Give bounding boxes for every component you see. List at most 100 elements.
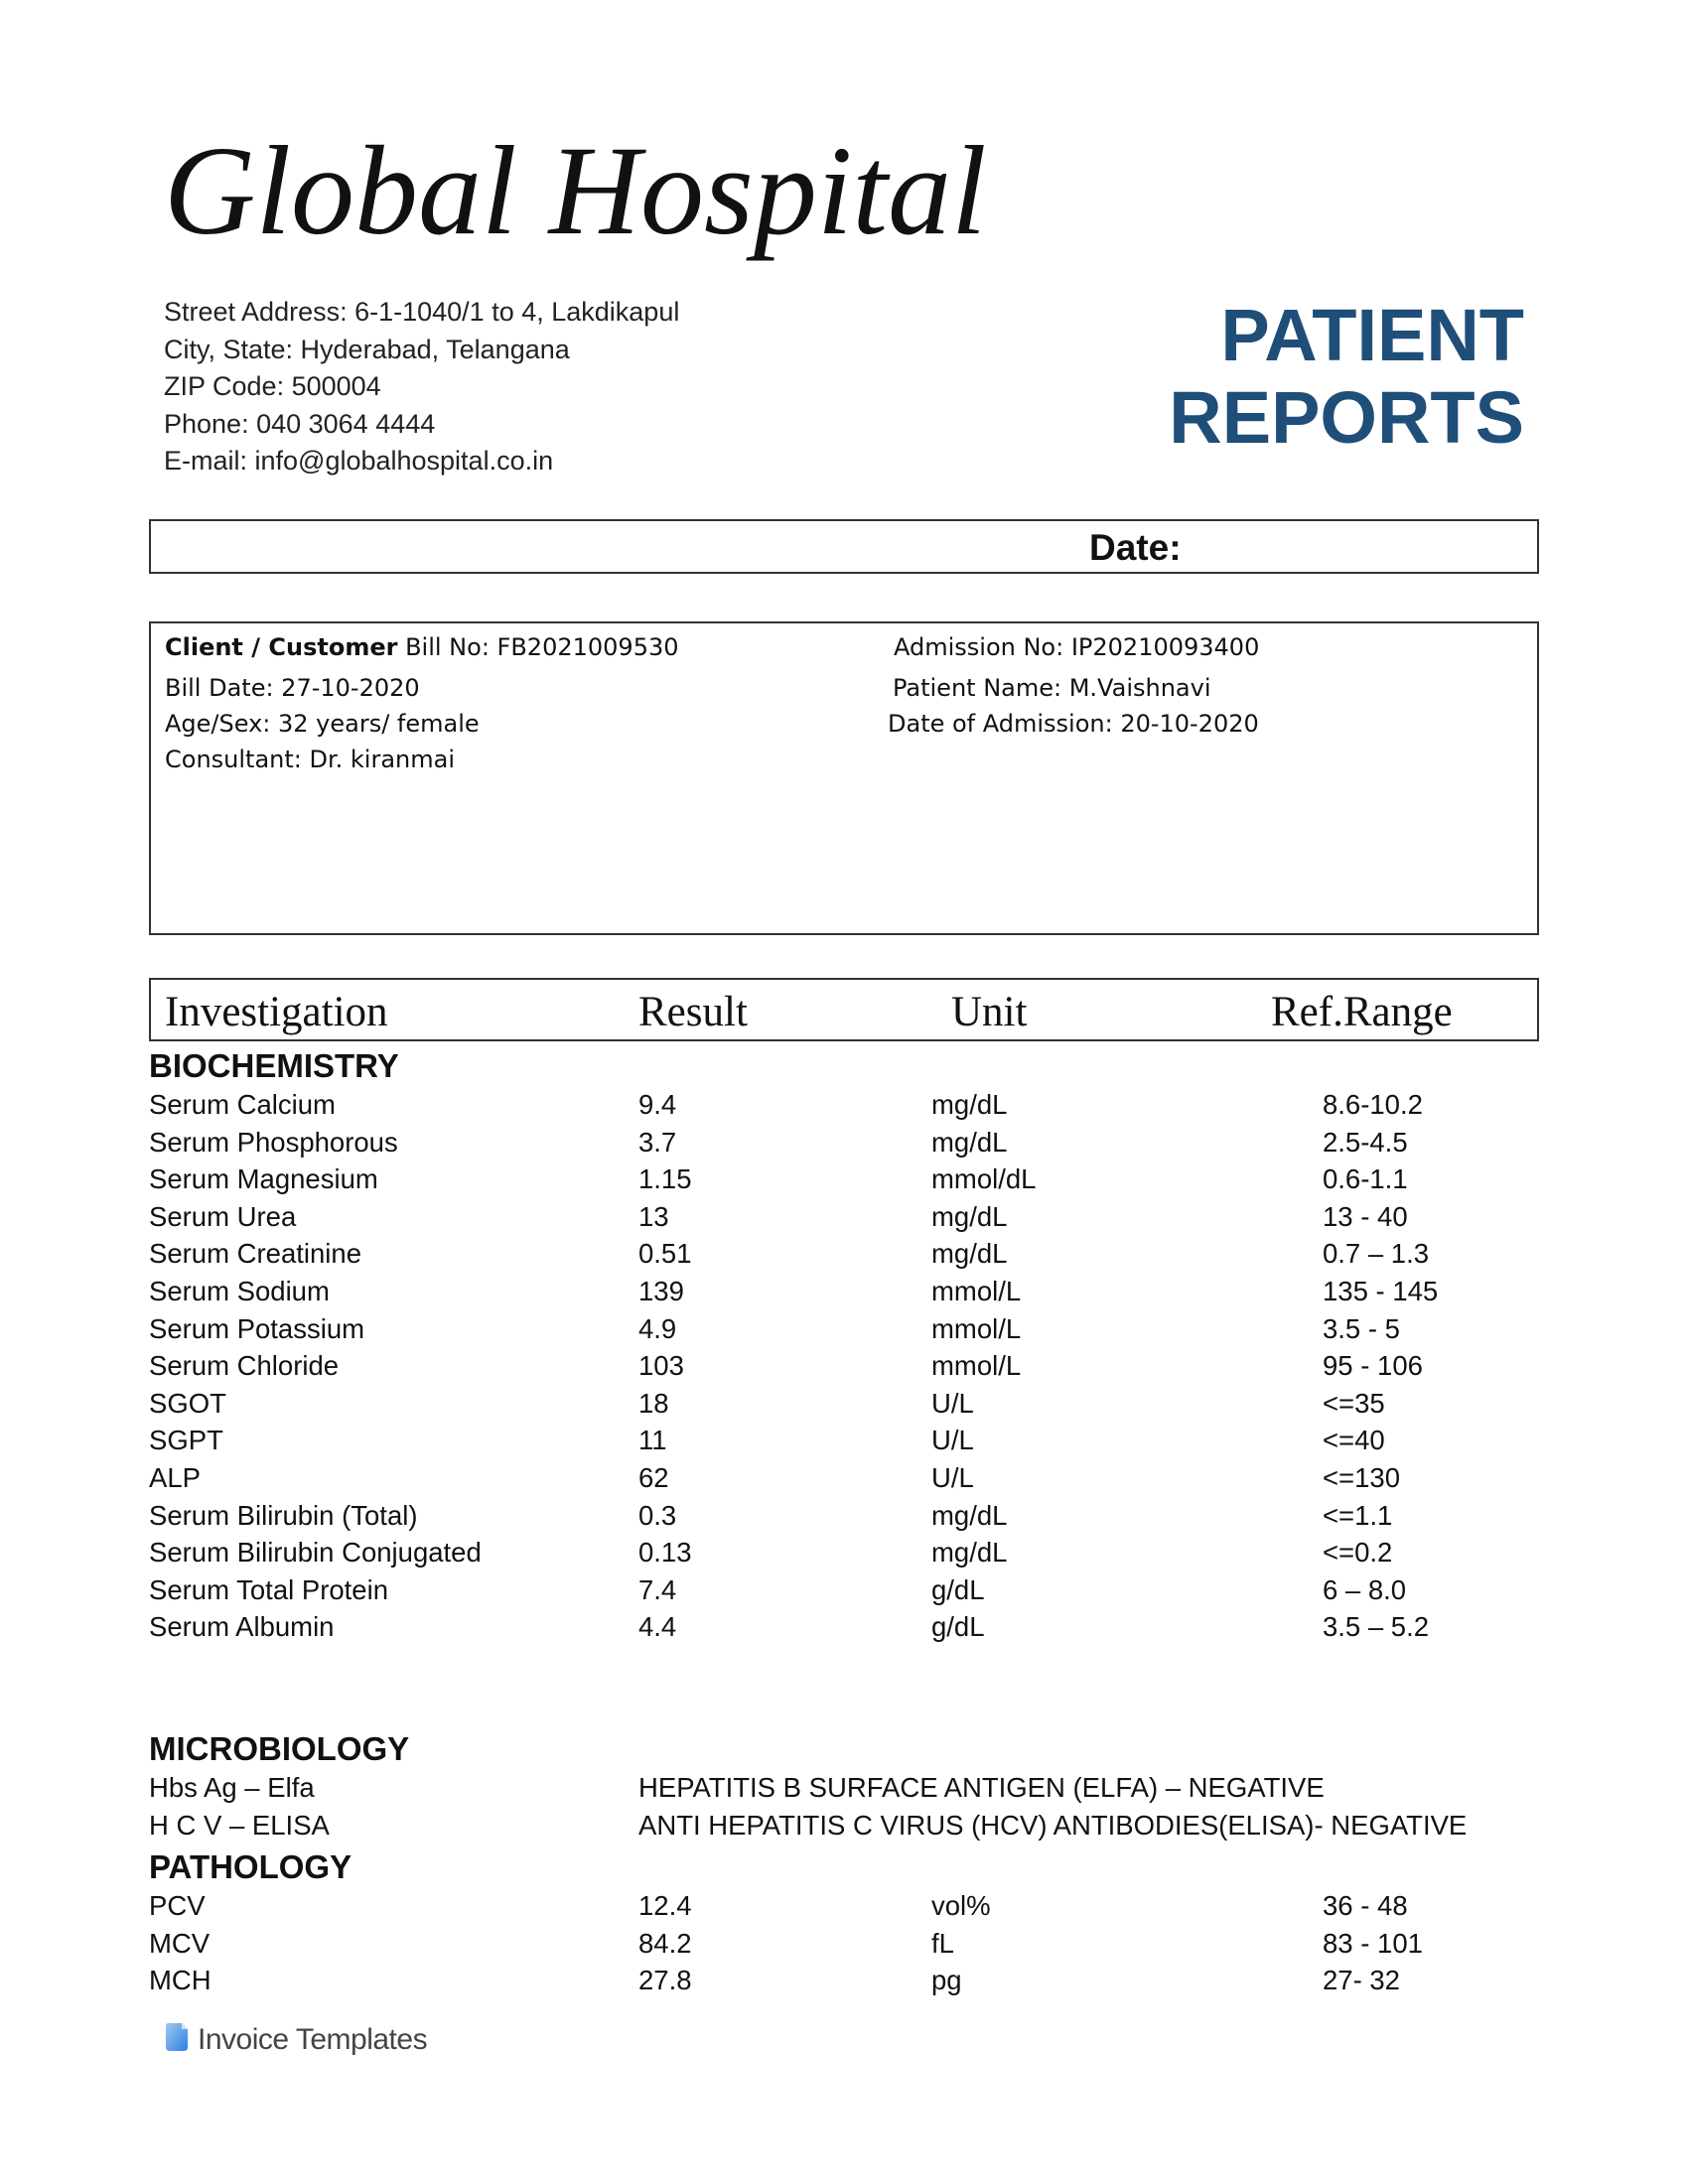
result-text: HEPATITIS B SURFACE ANTIGEN (ELFA) – NEG… xyxy=(638,1772,1325,1803)
date-box: Date: xyxy=(149,519,1539,574)
table-row: Hbs Ag – Elfa HEPATITIS B SURFACE ANTIGEN… xyxy=(0,1772,1688,1810)
header-investigation: Investigation xyxy=(165,989,388,1035)
investigation-name: Hbs Ag – Elfa xyxy=(149,1772,315,1803)
table-row: Serum Bilirubin Conjugated 0.13 mg/dL <=0.2 xyxy=(0,1537,1688,1574)
table-row: H C V – ELISA ANTI HEPATITIS C VIRUS (HCV… xyxy=(0,1810,1688,1847)
invoice-templates-logo[interactable]: Invoice Templates xyxy=(164,2021,428,2058)
ref-range: <=35 xyxy=(1323,1387,1385,1419)
unit: mg/dL xyxy=(931,1200,1008,1232)
investigation-name: Serum Urea xyxy=(149,1200,297,1232)
investigation-name: Serum Creatinine xyxy=(149,1238,361,1270)
result-value: 27.8 xyxy=(638,1965,692,1996)
consultant: Consultant: Dr. kiranmai xyxy=(165,746,455,773)
ref-range: <=1.1 xyxy=(1323,1499,1393,1531)
table-row: MCV 84.2 fL 83 - 101 xyxy=(0,1928,1688,1966)
unit: fL xyxy=(931,1927,954,1959)
unit: mmol/L xyxy=(931,1350,1022,1382)
table-row: Serum Bilirubin (Total) 0.3 mg/dL <=1.1 xyxy=(0,1500,1688,1538)
client-customer-label: Client / Customer xyxy=(165,633,398,661)
investigation-name: Serum Total Protein xyxy=(149,1573,389,1605)
invoice-templates-logo-text: Invoice Templates xyxy=(198,2022,428,2056)
table-row: Serum Sodium 139 mmol/L 135 - 145 xyxy=(0,1276,1688,1313)
bill-date: Bill Date: 27-10-2020 xyxy=(165,674,420,702)
address-city-state: City, State: Hyderabad, Telangana xyxy=(164,334,570,364)
report-title-line1: PATIENT xyxy=(1220,294,1524,376)
address-zip: ZIP Code: 500004 xyxy=(164,371,381,401)
ref-range: 6 – 8.0 xyxy=(1323,1573,1407,1605)
table-header: Investigation Result Unit Ref.Range xyxy=(149,978,1539,1041)
investigation-name: Serum Bilirubin Conjugated xyxy=(149,1537,482,1569)
section-pathology: PATHOLOGY xyxy=(149,1848,352,1885)
result-value: 4.9 xyxy=(638,1312,677,1344)
header-unit: Unit xyxy=(951,989,1028,1035)
investigation-name: Serum Phosphorous xyxy=(149,1126,398,1158)
table-row: ALP 62 U/L <=130 xyxy=(0,1462,1688,1500)
investigation-name: Serum Calcium xyxy=(149,1089,336,1120)
unit: U/L xyxy=(931,1425,974,1456)
table-row: Serum Chloride 103 mmol/L 95 - 106 xyxy=(0,1350,1688,1388)
ref-range: 3.5 - 5 xyxy=(1323,1312,1400,1344)
table-row: Serum Magnesium 1.15 mmol/dL 0.6-1.1 xyxy=(0,1163,1688,1201)
result-value: 0.13 xyxy=(638,1537,692,1569)
investigation-name: Serum Magnesium xyxy=(149,1163,378,1195)
investigation-name: MCH xyxy=(149,1965,211,1996)
result-value: 7.4 xyxy=(638,1573,677,1605)
investigation-name: Serum Sodium xyxy=(149,1276,330,1306)
section-microbiology: MICROBIOLOGY xyxy=(149,1730,410,1767)
unit: mg/dL xyxy=(931,1499,1008,1531)
date-label: Date: xyxy=(1089,527,1182,568)
unit: mmol/L xyxy=(931,1312,1022,1344)
investigation-name: SGPT xyxy=(149,1425,223,1456)
investigation-name: Serum Potassium xyxy=(149,1312,365,1344)
ref-range: <=40 xyxy=(1323,1425,1385,1456)
ref-range: 83 - 101 xyxy=(1323,1927,1423,1959)
table-row: Serum Creatinine 0.51 mg/dL 0.7 – 1.3 xyxy=(0,1238,1688,1276)
ref-range: 95 - 106 xyxy=(1323,1350,1423,1382)
report-title: PATIENT REPORTS xyxy=(1169,294,1524,459)
result-value: 139 xyxy=(638,1276,684,1306)
header-result: Result xyxy=(638,989,748,1035)
bill-no: Bill No: FB2021009530 xyxy=(397,633,679,661)
ref-range: 135 - 145 xyxy=(1323,1276,1439,1306)
investigation-name: MCV xyxy=(149,1927,211,1959)
address-street: Street Address: 6-1-1040/1 to 4, Lakdika… xyxy=(164,297,680,327)
section-biochemistry: BIOCHEMISTRY xyxy=(149,1047,399,1084)
result-value: 62 xyxy=(638,1462,669,1493)
result-value: 0.3 xyxy=(638,1499,677,1531)
admission-no: Admission No: IP20210093400 xyxy=(894,633,1260,661)
investigation-name: Serum Chloride xyxy=(149,1350,340,1382)
investigation-name: SGOT xyxy=(149,1387,226,1419)
header-ref-range: Ref.Range xyxy=(1271,989,1453,1035)
result-value: 9.4 xyxy=(638,1089,677,1120)
table-row: Serum Phosphorous 3.7 mg/dL 2.5-4.5 xyxy=(0,1127,1688,1164)
ref-range: 3.5 – 5.2 xyxy=(1323,1611,1430,1643)
investigation-name: Serum Albumin xyxy=(149,1611,335,1643)
table-row: SGPT 11 U/L <=40 xyxy=(0,1425,1688,1462)
investigation-name: ALP xyxy=(149,1462,201,1493)
result-value: 1.15 xyxy=(638,1163,692,1195)
bill-no-line: Client / Customer Bill No: FB2021009530 xyxy=(165,633,679,661)
hospital-address: Street Address: 6-1-1040/1 to 4, Lakdika… xyxy=(164,294,679,480)
ref-range: <=130 xyxy=(1323,1462,1401,1493)
table-row: Serum Albumin 4.4 g/dL 3.5 – 5.2 xyxy=(0,1611,1688,1649)
table-row: Serum Potassium 4.9 mmol/L 3.5 - 5 xyxy=(0,1313,1688,1351)
address-phone: Phone: 040 3064 4444 xyxy=(164,408,436,439)
ref-range: <=0.2 xyxy=(1323,1537,1393,1569)
unit: g/dL xyxy=(931,1611,985,1643)
ref-range: 27- 32 xyxy=(1323,1965,1400,1996)
result-value: 3.7 xyxy=(638,1126,677,1158)
ref-range: 13 - 40 xyxy=(1323,1200,1408,1232)
patient-info-box: Client / Customer Bill No: FB2021009530 … xyxy=(149,621,1539,935)
table-row: Serum Urea 13 mg/dL 13 - 40 xyxy=(0,1201,1688,1239)
address-email: E-mail: info@globalhospital.co.in xyxy=(164,446,554,476)
result-value: 18 xyxy=(638,1387,669,1419)
result-value: 4.4 xyxy=(638,1611,677,1643)
report-title-line2: REPORTS xyxy=(1169,376,1524,459)
invoice-templates-logo-icon xyxy=(164,2021,190,2058)
table-row: SGOT 18 U/L <=35 xyxy=(0,1388,1688,1426)
ref-range: 8.6-10.2 xyxy=(1323,1089,1423,1120)
unit: mmol/dL xyxy=(931,1163,1037,1195)
result-value: 12.4 xyxy=(638,1890,692,1921)
unit: g/dL xyxy=(931,1573,985,1605)
ref-range: 0.6-1.1 xyxy=(1323,1163,1408,1195)
